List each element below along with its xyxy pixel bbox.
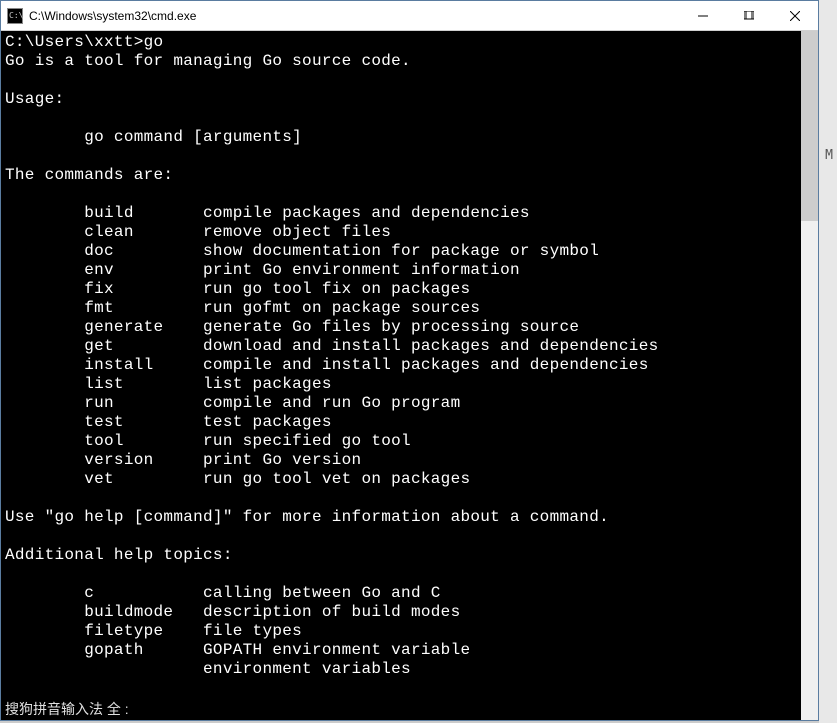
app-icon: C:\: [7, 8, 23, 24]
maximize-button[interactable]: [726, 1, 772, 30]
close-button[interactable]: [772, 1, 818, 30]
scroll-thumb[interactable]: [801, 31, 818, 221]
background-char: M: [825, 148, 833, 163]
cmd-window: C:\ C:\Windows\system32\cmd.exe C:\Users…: [0, 0, 819, 721]
background-strip: [819, 0, 837, 723]
terminal-output[interactable]: C:\Users\xxtt>go Go is a tool for managi…: [1, 31, 801, 720]
titlebar[interactable]: C:\ C:\Windows\system32\cmd.exe: [1, 1, 818, 31]
terminal-area: C:\Users\xxtt>go Go is a tool for managi…: [1, 31, 818, 720]
vertical-scrollbar[interactable]: [801, 31, 818, 720]
window-title: C:\Windows\system32\cmd.exe: [29, 9, 680, 23]
window-controls: [680, 1, 818, 30]
minimize-button[interactable]: [680, 1, 726, 30]
